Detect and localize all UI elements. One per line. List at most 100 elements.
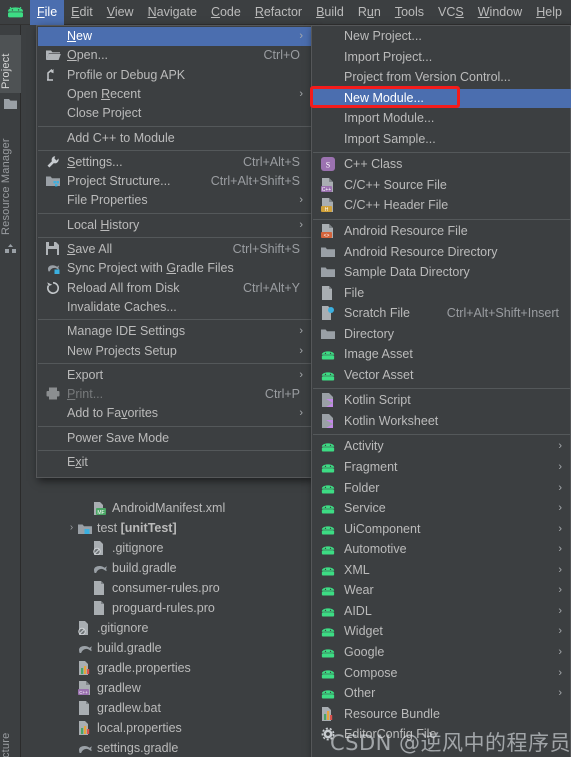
new-menu-item-xml[interactable]: XML › xyxy=(313,561,571,580)
new-menu-item-import-sample[interactable]: Import Sample... xyxy=(313,130,571,149)
new-menu-item-vector-asset[interactable]: Vector Asset xyxy=(313,366,571,385)
new-submenu-popup[interactable]: New Project... Import Project... Project f… xyxy=(311,25,571,757)
new-menu-item-wear[interactable]: Wear › xyxy=(313,581,571,600)
file-menu-item-save-all[interactable]: Save All Ctrl+Shift+S xyxy=(38,240,312,259)
menubar-item-file[interactable]: File xyxy=(30,0,65,25)
menubar-item-run[interactable]: Run xyxy=(351,0,388,25)
file-menu-item-power-save-mode[interactable]: Power Save Mode xyxy=(38,429,312,448)
tree-node-gradle-properties[interactable]: gradle.properties xyxy=(65,658,191,678)
new-menu-item-aidl[interactable]: AIDL › xyxy=(313,602,571,621)
tree-node-gitignore[interactable]: .gitignore xyxy=(65,618,148,638)
file-menu-item-manage-ide-settings[interactable]: Manage IDE Settings › xyxy=(38,322,312,341)
file-menu-item-add-to-favorites[interactable]: Add to Favorites › xyxy=(38,404,312,423)
new-menu-item-activity[interactable]: Activity › xyxy=(313,437,571,456)
new-menu-item-image-asset[interactable]: Image Asset xyxy=(313,345,571,364)
gitignore-icon xyxy=(78,620,93,636)
file-menu-item-add-c-to-module[interactable]: Add C++ to Module xyxy=(38,129,312,148)
new-menu-item-other[interactable]: Other › xyxy=(313,684,571,703)
new-menu-item-sample-data-directory[interactable]: Sample Data Directory xyxy=(313,263,571,282)
file-menu-item-close-project[interactable]: Close Project xyxy=(38,104,312,123)
new-menu-item-new-project[interactable]: New Project... xyxy=(313,27,571,46)
tree-node-gradlew-bat[interactable]: gradlew.bat xyxy=(65,698,161,718)
file-menu-item-reload-all-from-disk[interactable]: Reload All from Disk Ctrl+Alt+Y xyxy=(38,279,312,298)
menubar-item-build[interactable]: Build xyxy=(309,0,351,25)
android-icon xyxy=(321,347,336,362)
file-menu-item-open[interactable]: Open... Ctrl+O xyxy=(38,46,312,65)
file-menu-item-invalidate-caches[interactable]: Invalidate Caches... xyxy=(38,298,312,317)
menu-separator xyxy=(38,362,312,364)
new-menu-item-kotlin-script[interactable]: Kotlin Script xyxy=(313,391,571,410)
new-menu-item-android-resource-directory[interactable]: Android Resource Directory xyxy=(313,243,571,262)
new-menu-item-android-resource-file[interactable]: <> Android Resource File xyxy=(313,222,571,241)
new-menu-item-widget[interactable]: Widget › xyxy=(313,622,571,641)
new-menu-item-new-module[interactable]: New Module... xyxy=(313,88,571,108)
file-menu-item-profile-or-debug-apk[interactable]: Profile or Debug APK xyxy=(38,66,312,85)
file-menu-item-settings[interactable]: Settings... Ctrl+Alt+S xyxy=(38,153,312,172)
tree-node-local-properties[interactable]: local.properties xyxy=(65,718,182,738)
new-menu-item-project-from-version-control[interactable]: Project from Version Control... xyxy=(313,68,571,87)
svg-text:C++: C++ xyxy=(322,187,332,192)
file-menu-item-export[interactable]: Export › xyxy=(38,366,312,385)
tree-node-gitignore[interactable]: .gitignore xyxy=(80,538,163,558)
new-menu-item-c-class[interactable]: S C++ Class xyxy=(313,155,571,174)
file-menu-item-local-history[interactable]: Local History › xyxy=(38,216,312,235)
file-menu-item-sync-project-with-gradle-files[interactable]: Sync Project with Gradle Files xyxy=(38,259,312,278)
menubar-item-tools[interactable]: Tools xyxy=(388,0,431,25)
file-menu-item-new-projects-setup[interactable]: New Projects Setup › xyxy=(38,342,312,361)
tree-node-build-gradle[interactable]: build.gradle xyxy=(65,638,162,658)
menu-item-label: Kotlin Worksheet xyxy=(344,413,439,428)
new-menu-item-automotive[interactable]: Automotive › xyxy=(313,540,571,559)
menubar-item-navigate[interactable]: Navigate xyxy=(141,0,204,25)
menu-item-label: Manage IDE Settings xyxy=(67,324,186,339)
file-menu-item-exit[interactable]: Exit xyxy=(38,453,312,472)
new-menu-item-compose[interactable]: Compose › xyxy=(313,664,571,683)
tree-node-consumer-rules-pro[interactable]: consumer-rules.pro xyxy=(80,578,220,598)
tree-node-build-gradle[interactable]: build.gradle xyxy=(80,558,177,578)
file-menu-item-new[interactable]: New › xyxy=(38,27,312,46)
tool-window-button-resource-manager[interactable]: Resource Manager xyxy=(0,117,21,239)
file-menu-item-print[interactable]: Print... Ctrl+P xyxy=(38,385,312,404)
menubar-item-vcs[interactable]: VCS xyxy=(431,0,471,25)
file-menu-popup[interactable]: New › Open... Ctrl+O Profile or Debug APK Ope… xyxy=(36,25,312,478)
new-menu-item-service[interactable]: Service › xyxy=(313,499,571,518)
tree-node-settings-gradle[interactable]: settings.gradle xyxy=(65,738,178,757)
chevron-right-icon: › xyxy=(558,604,562,617)
file-menu-item-project-structure[interactable]: Project Structure... Ctrl+Alt+Shift+S xyxy=(38,172,312,191)
tree-node-label: build.gradle xyxy=(97,641,162,655)
tree-node-androidmanifest-xml[interactable]: MF AndroidManifest.xml xyxy=(80,498,225,518)
svg-text:S: S xyxy=(326,161,330,170)
new-menu-item-fragment[interactable]: Fragment › xyxy=(313,458,571,477)
new-menu-item-resource-bundle[interactable]: Resource Bundle xyxy=(313,705,571,724)
new-menu-item-import-module[interactable]: Import Module... xyxy=(313,109,571,128)
menubar-item-edit[interactable]: Edit xyxy=(64,0,100,25)
new-menu-item-scratch-file[interactable]: Scratch File Ctrl+Alt+Shift+Insert xyxy=(313,304,571,323)
new-menu-item-c-c-source-file[interactable]: C++ C/C++ Source File xyxy=(313,176,571,195)
menubar-item-code[interactable]: Code xyxy=(204,0,248,25)
new-menu-item-c-c-header-file[interactable]: H C/C++ Header File xyxy=(313,196,571,215)
menubar-item-view[interactable]: View xyxy=(100,0,141,25)
tree-node-proguard-rules-pro[interactable]: proguard-rules.pro xyxy=(80,598,215,618)
new-menu-item-directory[interactable]: Directory xyxy=(313,325,571,344)
chevron-right-icon[interactable]: › xyxy=(65,518,78,538)
chevron-right-icon: › xyxy=(299,368,303,381)
tree-node-gradlew[interactable]: C++ gradlew xyxy=(65,678,141,698)
file-menu-item-file-properties[interactable]: File Properties › xyxy=(38,191,312,210)
tree-node-test[interactable]: › test [unitTest] xyxy=(65,518,177,538)
new-menu-item-file[interactable]: File xyxy=(313,284,571,303)
menubar-item-help[interactable]: Help xyxy=(529,0,569,25)
tool-window-button-structure[interactable]: Structure xyxy=(0,713,21,757)
new-menu-item-google[interactable]: Google › xyxy=(313,643,571,662)
menubar-item-refactor[interactable]: Refactor xyxy=(248,0,309,25)
tool-window-button-project[interactable]: Project xyxy=(0,35,21,93)
scratch-file-icon xyxy=(321,306,336,321)
menubar-item-window[interactable]: Window xyxy=(471,0,529,25)
android-icon xyxy=(321,481,336,496)
menu-item-label: Import Project... xyxy=(344,49,433,64)
new-menu-item-import-project[interactable]: Import Project... xyxy=(313,48,571,67)
new-menu-item-uicomponent[interactable]: UiComponent › xyxy=(313,520,571,539)
file-menu-item-open-recent[interactable]: Open Recent › xyxy=(38,85,312,104)
new-menu-item-kotlin-worksheet[interactable]: Kotlin Worksheet xyxy=(313,412,571,431)
new-menu-item-folder[interactable]: Folder › xyxy=(313,479,571,498)
menu-separator xyxy=(38,450,312,451)
android-icon xyxy=(321,645,336,660)
